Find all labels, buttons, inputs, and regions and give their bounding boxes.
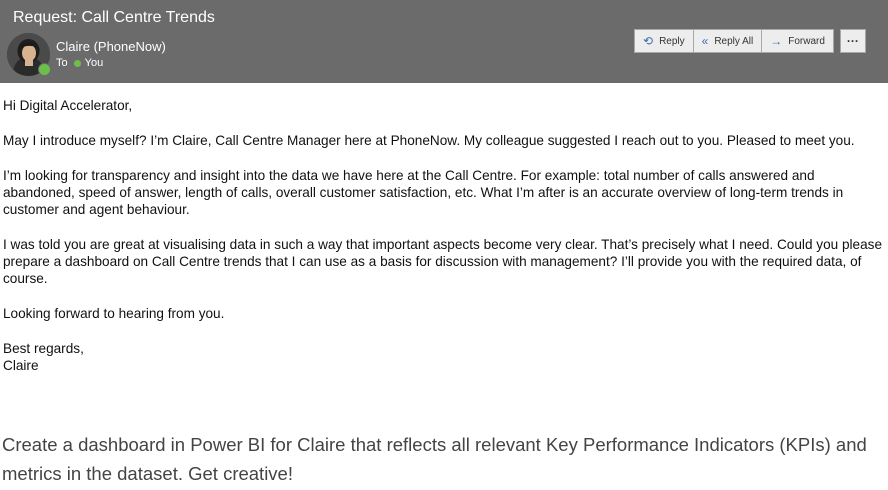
email-body: Hi Digital Accelerator, May I introduce … bbox=[3, 97, 887, 374]
reply-all-arrow-icon: « bbox=[701, 34, 709, 48]
to-label: To bbox=[56, 57, 68, 69]
body-paragraph-request: I’m looking for transparency and insight… bbox=[3, 168, 844, 217]
forward-button[interactable]: → Forward bbox=[761, 29, 834, 53]
sender-name[interactable]: Claire (PhoneNow) bbox=[56, 39, 166, 54]
reply-label: Reply bbox=[659, 35, 685, 47]
reply-button[interactable]: ⟲ Reply bbox=[634, 29, 694, 53]
reply-all-button[interactable]: « Reply All bbox=[692, 29, 763, 53]
recipient-line: To You bbox=[56, 57, 103, 69]
recipient-presence-icon bbox=[73, 59, 81, 67]
closing-line: Looking forward to hearing from you. bbox=[3, 306, 225, 321]
signature-block: Best regards, Claire bbox=[3, 340, 887, 374]
signature: Claire bbox=[3, 358, 39, 373]
forward-arrow-icon: → bbox=[770, 34, 783, 48]
reply-all-label: Reply All bbox=[714, 35, 754, 47]
body-paragraph-intro: May I introduce myself? I’m Claire, Call… bbox=[3, 133, 855, 148]
email-subject: Request: Call Centre Trends bbox=[13, 9, 215, 26]
greeting: Hi Digital Accelerator, bbox=[3, 98, 133, 113]
body-paragraph-dashboard: I was told you are great at visualising … bbox=[3, 237, 883, 286]
signoff: Best regards, bbox=[3, 341, 84, 356]
recipient-name[interactable]: You bbox=[85, 57, 104, 69]
email-header: Request: Call Centre Trends Claire (Phon… bbox=[0, 0, 888, 83]
more-actions-button[interactable]: ··· bbox=[839, 29, 866, 53]
more-dots-icon: ··· bbox=[846, 34, 859, 48]
forward-label: Forward bbox=[788, 35, 825, 47]
task-instruction: Create a dashboard in Power BI for Clair… bbox=[2, 434, 867, 484]
message-actions: ⟲ Reply « Reply All → Forward ··· bbox=[634, 29, 866, 53]
presence-status-icon bbox=[38, 63, 51, 76]
reply-arrow-icon: ⟲ bbox=[643, 34, 654, 48]
